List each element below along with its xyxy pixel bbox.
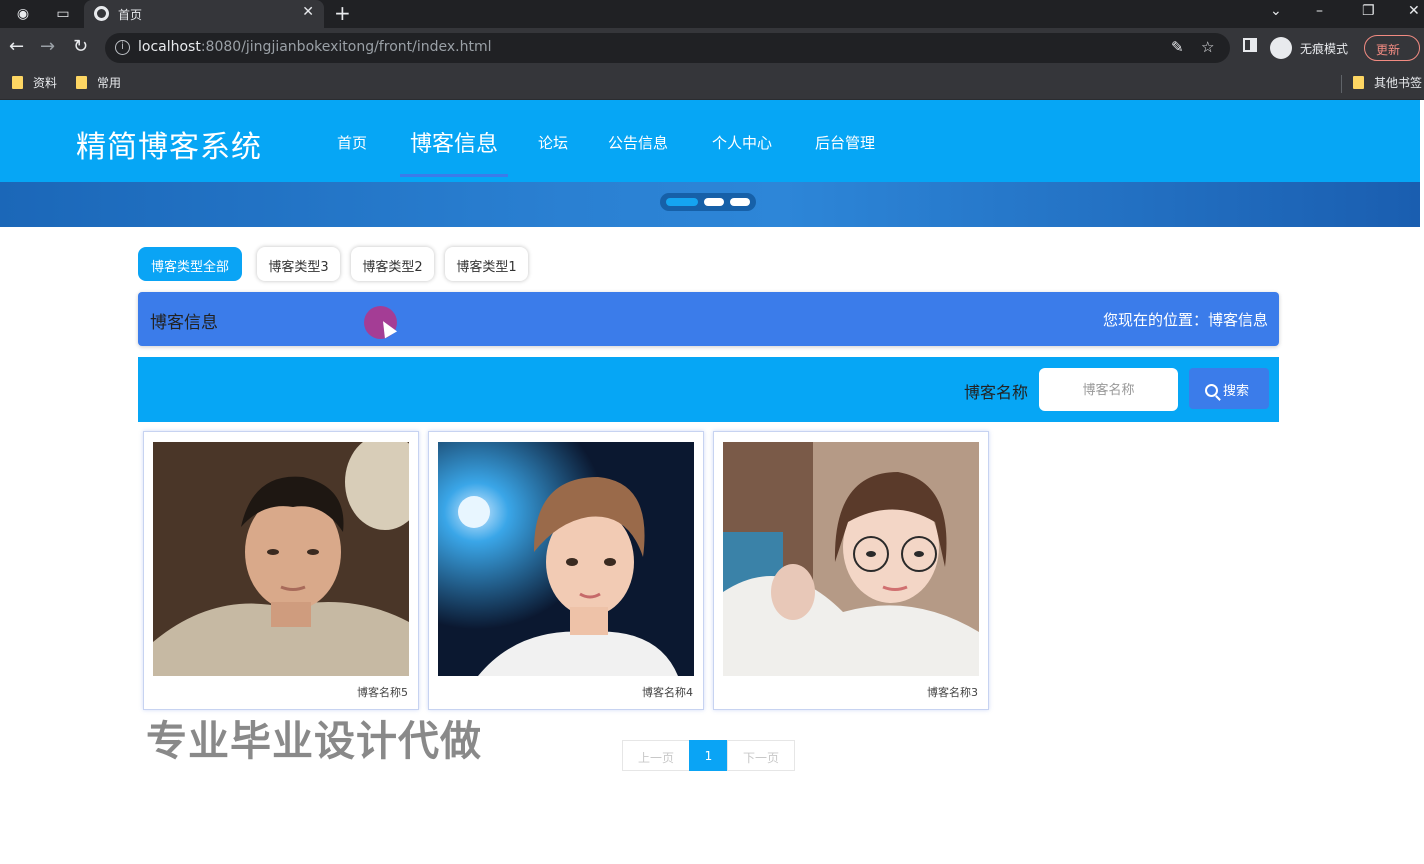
nav-announcements[interactable]: 公告信息 xyxy=(608,132,668,153)
prev-page-button[interactable]: 上一页 xyxy=(622,740,690,771)
bookmarks-divider xyxy=(1341,75,1342,93)
blog-card-title[interactable]: 博客名称3 xyxy=(927,684,978,700)
watermark-text: 专业毕业设计代做 xyxy=(146,717,482,765)
bookmark-folder-changyong[interactable]: 常用 xyxy=(76,74,121,91)
folder-icon xyxy=(12,76,23,89)
carousel-dot-3[interactable] xyxy=(730,198,750,206)
carousel-indicators xyxy=(660,193,756,211)
blog-photo[interactable] xyxy=(438,442,694,676)
search-label: 博客名称 xyxy=(964,383,1029,402)
side-panel-icon[interactable] xyxy=(1243,38,1257,52)
back-arrow-icon[interactable]: ← xyxy=(9,37,24,57)
search-icon xyxy=(1205,384,1218,397)
bookmark-star-icon[interactable]: ☆ xyxy=(1201,38,1214,56)
blog-photo[interactable] xyxy=(153,442,409,676)
minimize-icon[interactable]: – xyxy=(1316,3,1323,19)
other-bookmarks[interactable]: 其他书签 xyxy=(1353,74,1422,91)
tab-list-chevron-icon[interactable]: ⌄ xyxy=(1270,3,1282,19)
browser-tab-strip: ◉ ▭ 首页 ✕ + ⌄ – ❐ ✕ xyxy=(0,0,1424,28)
blog-card[interactable]: 博客名称5 xyxy=(143,431,419,710)
bookmarks-bar: 资料 常用 其他书签 xyxy=(0,68,1424,100)
search-button[interactable]: 搜索 xyxy=(1189,368,1269,409)
banner-carousel xyxy=(0,182,1420,227)
blog-card[interactable]: 博客名称4 xyxy=(428,431,704,710)
section-title: 博客信息 xyxy=(150,313,218,333)
url-text[interactable]: localhost:8080/jingjianbokexitong/front/… xyxy=(138,39,491,55)
blocked-popup-icon[interactable]: ✎ xyxy=(1171,38,1184,56)
search-input[interactable] xyxy=(1039,368,1178,411)
browser-menu-icon[interactable]: ◉ xyxy=(14,5,32,23)
page-1-button[interactable]: 1 xyxy=(689,740,728,771)
site-header: 精简博客系统 首页 博客信息 论坛 公告信息 个人中心 后台管理 xyxy=(0,100,1420,182)
blog-card-title[interactable]: 博客名称5 xyxy=(357,684,408,700)
restore-icon[interactable]: ❐ xyxy=(1362,3,1375,19)
address-bar[interactable]: i localhost:8080/jingjianbokexitong/fron… xyxy=(105,33,1230,63)
incognito-label: 无痕模式 xyxy=(1300,42,1349,56)
tab-close-icon[interactable]: ✕ xyxy=(302,4,314,20)
next-page-button[interactable]: 下一页 xyxy=(727,740,795,771)
search-bar: 博客名称 搜索 xyxy=(138,357,1279,422)
carousel-dot-2[interactable] xyxy=(704,198,724,206)
nav-personal-center[interactable]: 个人中心 xyxy=(712,132,772,153)
incognito-icon[interactable] xyxy=(1270,37,1292,59)
browser-tab[interactable]: 首页 ✕ xyxy=(84,0,324,28)
filter-type-1[interactable]: 博客类型1 xyxy=(445,247,528,281)
tab-title: 首页 xyxy=(118,8,143,22)
nav-forum[interactable]: 论坛 xyxy=(538,132,568,153)
folder-icon xyxy=(1353,76,1364,89)
blog-card-title[interactable]: 博客名称4 xyxy=(642,684,693,700)
reload-icon[interactable]: ↻ xyxy=(73,37,88,57)
window-close-icon[interactable]: ✕ xyxy=(1408,3,1420,19)
blog-card[interactable]: 博客名称3 xyxy=(713,431,989,710)
nav-blog-info[interactable]: 博客信息 xyxy=(410,126,498,158)
tab-search-icon[interactable]: ▭ xyxy=(54,5,72,23)
breadcrumb: 您现在的位置：博客信息 xyxy=(1102,311,1268,329)
nav-active-underline xyxy=(400,174,508,177)
globe-icon xyxy=(94,6,109,21)
folder-icon xyxy=(76,76,87,89)
section-title-bar: 博客信息 您现在的位置：博客信息 xyxy=(138,292,1279,346)
nav-home[interactable]: 首页 xyxy=(337,132,367,153)
new-tab-icon[interactable]: + xyxy=(334,1,351,25)
browser-toolbar: ← → ↻ i localhost:8080/jingjianbokexiton… xyxy=(0,28,1424,68)
filter-all-types[interactable]: 博客类型全部 xyxy=(138,247,242,281)
filter-type-3[interactable]: 博客类型3 xyxy=(257,247,340,281)
filter-type-2[interactable]: 博客类型2 xyxy=(351,247,434,281)
site-logo[interactable]: 精简博客系统 xyxy=(76,122,262,166)
carousel-dot-1[interactable] xyxy=(666,198,698,206)
site-info-icon[interactable]: i xyxy=(115,40,130,55)
forward-arrow-icon[interactable]: → xyxy=(40,37,55,57)
nav-admin[interactable]: 后台管理 xyxy=(815,132,875,153)
update-button[interactable]: 更新 xyxy=(1364,35,1420,61)
bookmark-folder-ziliao[interactable]: 资料 xyxy=(12,74,57,91)
blog-photo[interactable] xyxy=(723,442,979,676)
